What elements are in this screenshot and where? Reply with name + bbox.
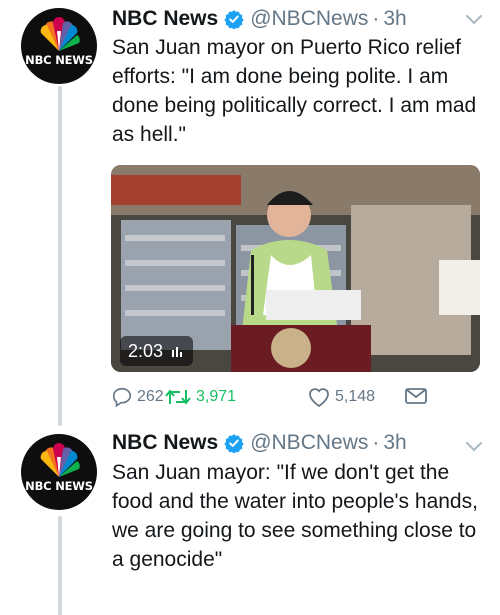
author-name[interactable]: NBC News [112,7,218,31]
like-icon [309,388,329,408]
retweet-count: 3,971 [196,388,237,405]
tweet-text: San Juan mayor on Puerto Rico relief eff… [112,36,477,146]
direct-message-icon [405,388,427,404]
tweet-header: NBC News @NBCNews · 3h [112,6,407,32]
volume-bars-icon [172,347,183,357]
author-handle[interactable]: @NBCNews [250,431,368,455]
like-count: 5,148 [335,388,376,405]
reply-icon [112,387,132,408]
author-handle[interactable]: @NBCNews [250,7,368,31]
chevron-down-icon[interactable] [466,15,482,25]
duration-label: 2:03 [128,340,164,361]
avatar-label: NBC NEWS [25,479,93,493]
video-player[interactable]: 2:03 [111,165,480,372]
nbc-peacock-icon [40,443,80,477]
nbc-peacock-icon [40,17,80,51]
like-button[interactable]: 5,148 [307,386,375,408]
chevron-down-icon[interactable] [466,442,482,452]
separator: · [372,431,380,454]
tweet[interactable]: NBC NEWS NBC News @NBCNews · 3h San Juan… [0,0,500,426]
reply-button[interactable]: 262 [111,386,164,408]
separator: · [372,7,380,30]
avatar-label: NBC NEWS [25,53,93,67]
avatar[interactable]: NBC NEWS [21,8,97,84]
thread-line [58,86,62,426]
direct-message-button[interactable] [404,386,428,406]
verified-badge-icon [224,434,244,453]
tweet-header: NBC News @NBCNews · 3h [112,430,407,456]
thread-line [58,516,62,615]
avatar[interactable]: NBC NEWS [21,434,97,510]
verified-badge-icon [224,10,244,29]
author-name[interactable]: NBC News [112,431,218,455]
tweet-text: San Juan mayor: "If we don't get the foo… [112,461,478,571]
tweet[interactable]: NBC NEWS NBC News @NBCNews · 3h San Juan… [0,420,500,615]
video-duration: 2:03 [120,336,194,366]
reply-count: 262 [137,388,164,405]
tweet-actions: 262 3,971 5,148 [111,386,441,412]
retweet-button[interactable]: 3,971 [164,386,236,408]
timestamp[interactable]: 3h [383,431,406,455]
timestamp[interactable]: 3h [383,7,406,31]
retweet-icon [165,389,191,405]
